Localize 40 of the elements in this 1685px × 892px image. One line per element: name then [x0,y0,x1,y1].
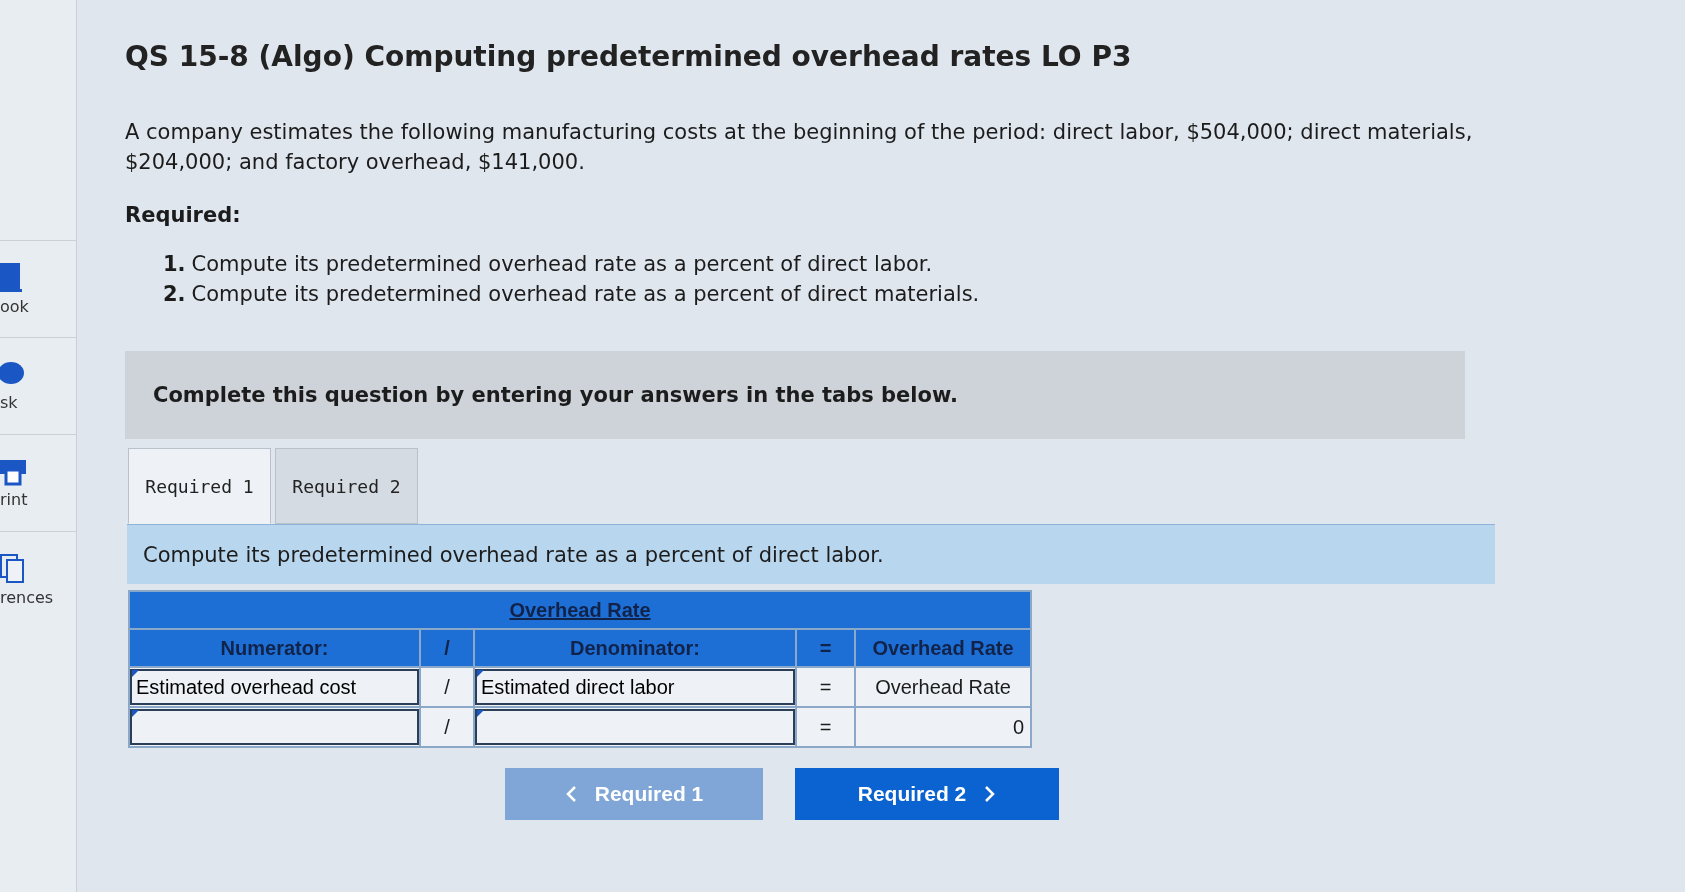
book-icon [0,262,24,293]
nav-button[interactable]: Required 2 [795,768,1059,820]
input-field[interactable] [475,709,795,745]
sidebar-label: ook [0,296,30,316]
sidebar-label: rint [0,489,29,509]
tab[interactable]: Required 2 [275,448,418,524]
required-heading: Required: [125,203,242,227]
table-cell: 0 [855,707,1031,747]
question-title: QS 15-8 (Algo) Computing predetermined overhead rates LO P3 [125,40,1133,73]
sidebar-item[interactable]: rint [0,434,76,531]
table-cell: / [420,707,474,747]
table-cell: / [420,667,474,707]
requirement-text: Compute its predetermined overhead rate as a percent of direct materials. [191,282,980,306]
column-header: Numerator: [129,629,420,667]
input-field[interactable] [130,709,419,745]
tab[interactable]: Required 1 [128,448,271,524]
chevron-right-icon [984,785,997,803]
requirement-text: Compute its predetermined overhead rate as a percent of direct labor. [191,252,933,276]
tab-prompt: Compute its predetermined overhead rate as a percent of direct labor. [127,524,1495,584]
table-title: Overhead Rate [129,591,1031,629]
instruction-banner: Complete this question by entering your answers in the tabs below. [125,351,1465,439]
requirement-number: 1. [163,252,186,276]
printer-icon [0,457,26,486]
sidebar-label: rences [0,587,55,607]
table-cell: = [796,707,855,747]
input-field[interactable]: Estimated direct labor [475,669,795,705]
column-header: = [796,629,855,667]
sidebar-item[interactable]: ook [0,240,76,337]
column-header: Denominator: [474,629,796,667]
requirement-number: 2. [163,282,186,306]
sidebar-item[interactable]: rences [0,531,76,628]
chevron-left-icon [564,785,577,803]
sidebar-item[interactable]: sk [0,337,76,434]
sidebar-label: sk [0,392,19,412]
problem-text: A company estimates the following manufacturing costs at the beginning of the period: direct labor, $504,000; direct materials, $204,000; and factory overhead, $141,000. [125,119,1474,176]
column-header: / [420,629,474,667]
table-cell: = [796,667,855,707]
column-header: Overhead Rate [855,629,1031,667]
table-cell: Overhead Rate [855,667,1031,707]
input-field[interactable]: Estimated overhead cost [130,669,419,705]
